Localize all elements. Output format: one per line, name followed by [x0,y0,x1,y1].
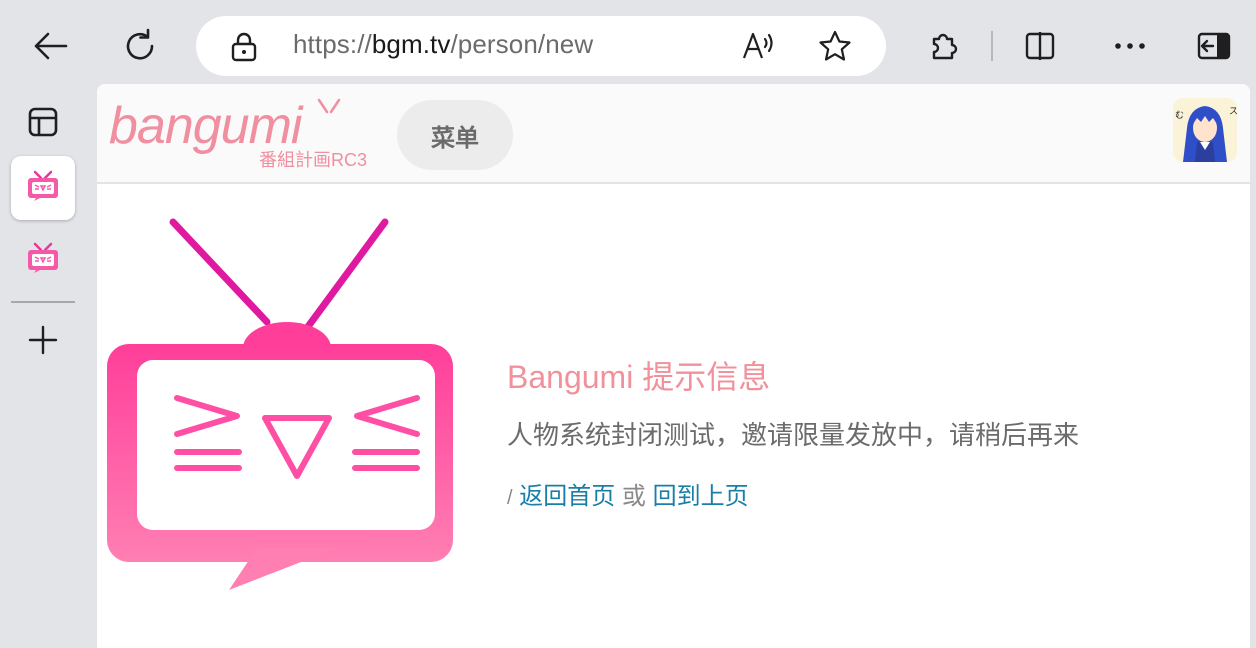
svg-text:む: む [1175,110,1184,121]
logo-antenna-icon [317,98,341,114]
sidebar-divider [11,301,75,303]
user-avatar[interactable]: ス む [1173,98,1237,162]
menu-button[interactable]: 菜单 [397,100,513,170]
site-header: bangumi 番組計画RC3 菜单 ス む [97,84,1250,184]
sidebar-tab-bangumi[interactable] [11,228,75,292]
split-screen-icon[interactable] [1020,26,1060,66]
sidebar-toggle-icon[interactable] [1192,26,1236,66]
bangumi-tv-icon [26,242,60,278]
bangumi-logo[interactable]: bangumi 番組計画RC3 [109,98,368,170]
browser-toolbar: https://bgm.tv/person/new [0,0,1256,92]
toolbar-separator [991,31,993,61]
message-body: 人物系统封闭测试，邀请限量发放中，请稍后再来 [507,420,1080,450]
link-or-text: 或 [621,483,646,510]
favorite-star-icon[interactable] [818,30,852,66]
plus-icon [28,325,58,359]
vertical-tabs-sidebar [0,92,90,648]
address-bar[interactable]: https://bgm.tv/person/new [196,16,886,76]
svg-text:ス: ス [1229,107,1237,117]
extensions-icon[interactable] [924,26,964,66]
bangumi-tv-icon [26,170,60,206]
tab-actions-button[interactable] [11,92,75,156]
message-title: Bangumi 提示信息 [507,359,771,395]
new-tab-button[interactable] [11,310,75,374]
read-aloud-icon[interactable] [741,30,777,66]
web-page: bangumi 番組計画RC3 菜单 ス む Bangumi 提示信息 人物系统… [97,84,1250,648]
lock-icon[interactable] [230,32,258,66]
refresh-icon[interactable] [118,24,162,68]
bangumi-tv-mascot [107,218,453,590]
back-link[interactable]: 回到上页 [653,483,749,510]
url-text[interactable]: https://bgm.tv/person/new [293,29,593,60]
logo-subtitle: 番組計画RC3 [259,150,368,170]
url-scheme: https:// [293,29,372,59]
sidebar-tab-bangumi-active[interactable] [11,156,75,220]
url-host: bgm.tv [371,29,451,59]
home-link[interactable]: 返回首页 [519,483,615,510]
tab-actions-icon [28,107,58,141]
more-icon[interactable] [1108,26,1152,66]
link-separator-slash: / [507,487,513,509]
url-path: /person/new [450,29,594,59]
message-links: / 返回首页 或 回到上页 [507,476,749,511]
back-icon[interactable] [28,26,72,66]
